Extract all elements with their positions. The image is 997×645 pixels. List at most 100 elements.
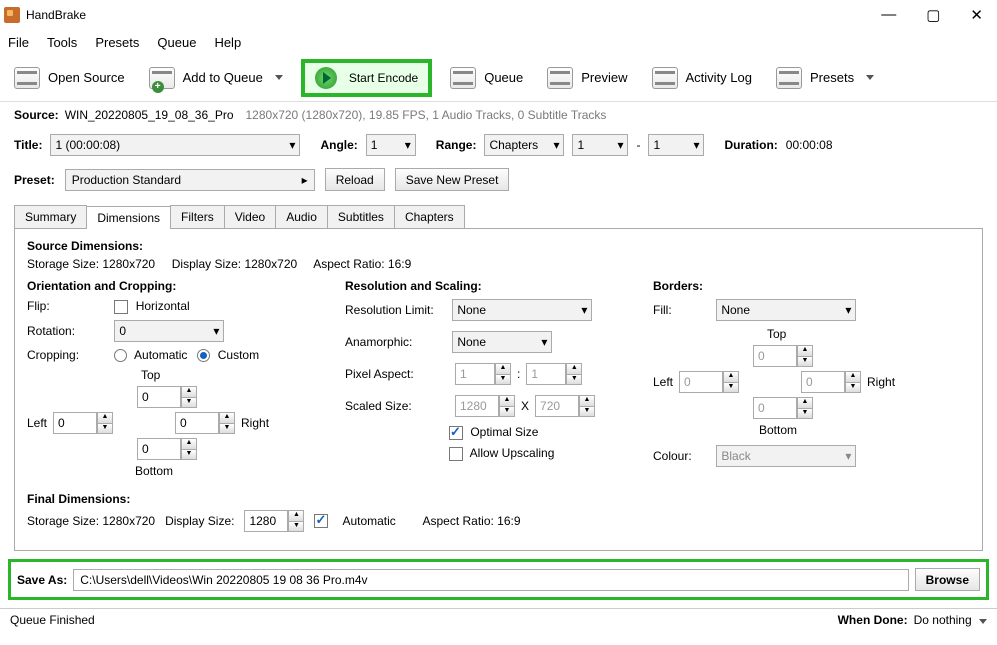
when-done-select[interactable]: Do nothing [914, 613, 987, 627]
reslimit-select[interactable]: None▾ [452, 299, 592, 321]
crop-bottom-input[interactable] [137, 438, 181, 460]
final-dimensions-heading: Final Dimensions: [27, 492, 970, 506]
presets-icon [776, 67, 802, 89]
title-select[interactable]: 1 (00:00:08)▾ [50, 134, 300, 156]
range-from-select[interactable]: 1▾ [572, 134, 628, 156]
final-display-input[interactable] [244, 510, 288, 532]
start-encode-button[interactable]: Start Encode [301, 59, 432, 97]
menu-presets[interactable]: Presets [95, 35, 139, 50]
when-done-label: When Done: [838, 613, 908, 627]
status-text: Queue Finished [10, 613, 95, 627]
range-to-select[interactable]: 1▾ [648, 134, 704, 156]
fill-select[interactable]: None▾ [716, 299, 856, 321]
activity-icon [652, 67, 678, 89]
crop-left-input[interactable] [53, 412, 97, 434]
queue-add-icon [149, 67, 175, 89]
crop-top-spinner[interactable]: ▲▼ [181, 386, 197, 408]
colour-label: Colour: [653, 449, 713, 463]
tab-subtitles[interactable]: Subtitles [327, 205, 395, 228]
browse-button[interactable]: Browse [915, 568, 980, 591]
angle-select[interactable]: 1▾ [366, 134, 416, 156]
reslimit-label: Resolution Limit: [345, 303, 449, 317]
crop-right-spinner[interactable]: ▲▼ [219, 412, 235, 434]
tabs: Summary Dimensions Filters Video Audio S… [14, 205, 983, 228]
status-bar: Queue Finished When Done: Do nothing [0, 608, 997, 630]
minimize-button[interactable]: — [881, 6, 896, 24]
save-preset-button[interactable]: Save New Preset [395, 168, 510, 191]
scaled-label: Scaled Size: [345, 399, 449, 413]
crop-bottom-spinner[interactable]: ▲▼ [181, 438, 197, 460]
tab-audio[interactable]: Audio [275, 205, 328, 228]
menu-file[interactable]: File [8, 35, 29, 50]
final-storage: Storage Size: 1280x720 [27, 514, 155, 528]
crop-right-input[interactable] [175, 412, 219, 434]
duration-label: Duration: [724, 138, 777, 152]
toolbar: Open Source Add to Queue Start Encode Qu… [0, 54, 997, 102]
tab-filters[interactable]: Filters [170, 205, 225, 228]
add-to-queue-button[interactable]: Add to Queue [143, 63, 289, 93]
border-bottom-input[interactable] [753, 397, 797, 419]
source-label: Source: [14, 108, 59, 122]
border-top-input[interactable] [753, 345, 797, 367]
optimal-size-checkbox[interactable] [449, 426, 463, 440]
activity-log-button[interactable]: Activity Log [646, 63, 758, 93]
save-as-label: Save As: [17, 573, 67, 587]
par-y-input[interactable] [526, 363, 566, 385]
preview-button[interactable]: Preview [541, 63, 633, 93]
save-as-input[interactable] [73, 569, 908, 591]
anamorphic-select[interactable]: None▾ [452, 331, 552, 353]
menu-tools[interactable]: Tools [47, 35, 77, 50]
presets-button[interactable]: Presets [770, 63, 880, 93]
open-source-button[interactable]: Open Source [8, 63, 131, 93]
preset-select[interactable]: Production Standard▸ [65, 169, 315, 191]
range-label: Range: [436, 138, 477, 152]
border-right-input[interactable] [801, 371, 845, 393]
preset-label: Preset: [14, 173, 55, 187]
par-x-input[interactable] [455, 363, 495, 385]
crop-custom-radio[interactable] [197, 349, 210, 362]
reload-button[interactable]: Reload [325, 168, 385, 191]
tab-body: Source Dimensions: Storage Size: 1280x72… [14, 228, 983, 551]
scaled-h-input[interactable] [535, 395, 579, 417]
tab-chapters[interactable]: Chapters [394, 205, 465, 228]
preset-row: Preset: Production Standard▸ Reload Save… [0, 162, 997, 197]
cropping-label: Cropping: [27, 348, 111, 362]
window-title: HandBrake [26, 8, 86, 22]
final-display-label: Display Size: [165, 514, 234, 528]
menu-help[interactable]: Help [214, 35, 241, 50]
queue-button[interactable]: Queue [444, 63, 529, 93]
crop-top-input[interactable] [137, 386, 181, 408]
anamorphic-label: Anamorphic: [345, 335, 449, 349]
close-button[interactable]: ✕ [970, 6, 983, 24]
orientation-heading: Orientation and Cropping: [27, 279, 317, 293]
film-icon [14, 67, 40, 89]
tab-dimensions[interactable]: Dimensions [86, 206, 171, 229]
final-aspect: Aspect Ratio: 16:9 [422, 514, 520, 528]
source-info: 1280x720 (1280x720), 19.85 FPS, 1 Audio … [246, 108, 607, 122]
menu-queue[interactable]: Queue [157, 35, 196, 50]
title-bar: HandBrake — ▢ ✕ [0, 0, 997, 30]
rotation-select[interactable]: 0▾ [114, 320, 224, 342]
resolution-heading: Resolution and Scaling: [345, 279, 625, 293]
crop-auto-radio[interactable] [114, 349, 127, 362]
source-name: WIN_20220805_19_08_36_Pro [65, 108, 234, 122]
source-storage: Storage Size: 1280x720 [27, 257, 155, 271]
title-row: Title: 1 (00:00:08)▾ Angle: 1▾ Range: Ch… [0, 128, 997, 162]
tab-summary[interactable]: Summary [14, 205, 87, 228]
automatic-checkbox[interactable] [314, 514, 328, 528]
par-label: Pixel Aspect: [345, 367, 449, 381]
range-type-select[interactable]: Chapters▾ [484, 134, 564, 156]
maximize-button[interactable]: ▢ [926, 6, 940, 24]
border-left-input[interactable] [679, 371, 723, 393]
crop-left-spinner[interactable]: ▲▼ [97, 412, 113, 434]
flip-checkbox[interactable] [114, 300, 128, 314]
angle-label: Angle: [320, 138, 357, 152]
scaled-w-input[interactable] [455, 395, 499, 417]
rotation-label: Rotation: [27, 324, 111, 338]
duration-value: 00:00:08 [786, 138, 833, 152]
title-label: Title: [14, 138, 42, 152]
tab-video[interactable]: Video [224, 205, 276, 228]
colour-select[interactable]: Black▾ [716, 445, 856, 467]
allow-upscaling-checkbox[interactable] [449, 447, 463, 461]
play-icon [315, 67, 337, 89]
